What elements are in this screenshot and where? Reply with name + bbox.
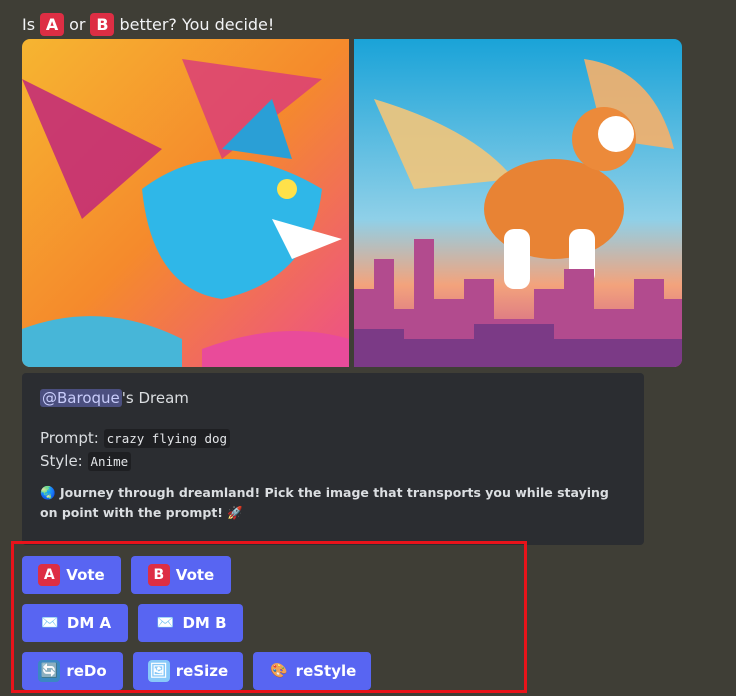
letter-b-icon: B [147, 564, 170, 586]
dm-b-label: DM B [182, 614, 227, 632]
header-prefix: Is [22, 14, 36, 34]
message-header: Is A or B better? You decide! [22, 12, 274, 36]
rocket-icon: 🚀 [227, 505, 243, 520]
prompt-label: Prompt: [40, 429, 99, 447]
prompt-value: crazy flying dog [103, 429, 231, 448]
dream-embed: @Baroque's Dream Prompt: crazy flying do… [22, 373, 644, 545]
resize-label: reSize [175, 662, 229, 680]
vote-a-button[interactable]: A Vote [22, 556, 121, 594]
letter-a-icon: A [38, 564, 61, 586]
palette-icon: 🎨 [269, 663, 288, 679]
style-value: Anime [87, 452, 132, 471]
framed-picture-icon: 🖼 [147, 660, 170, 682]
vote-b-button[interactable]: B Vote [131, 556, 231, 594]
style-label: Style: [40, 452, 83, 470]
dream-title-suffix: 's Dream [121, 389, 189, 407]
prompt-block: Prompt: crazy flying dog Style: Anime [40, 427, 626, 473]
restyle-label: reStyle [295, 662, 357, 680]
redo-label: reDo [66, 662, 107, 680]
repeat-arrows-icon: 🔄 [38, 660, 61, 682]
image-a[interactable] [22, 39, 349, 367]
restyle-button[interactable]: 🎨 reStyle [253, 652, 371, 690]
globe-icon: 🌏 [40, 485, 56, 500]
header-middle: or [69, 14, 86, 34]
dm-b-button[interactable]: ✉️ DM B [138, 604, 243, 642]
envelope-icon: ✉️ [41, 615, 59, 631]
style-row: Style: Anime [40, 450, 626, 473]
image-a-artwork [22, 39, 349, 367]
header-suffix: better? You decide! [119, 14, 275, 34]
dream-title: @Baroque's Dream [40, 389, 626, 407]
vote-a-label: Vote [66, 566, 105, 584]
dm-a-label: DM A [66, 614, 112, 632]
redo-button[interactable]: 🔄 reDo [22, 652, 123, 690]
dm-a-button[interactable]: ✉️ DM A [22, 604, 128, 642]
vote-b-label: Vote [175, 566, 215, 584]
image-b[interactable] [354, 39, 682, 367]
description-text: Journey through dreamland! Pick the imag… [40, 485, 609, 520]
resize-button[interactable]: 🖼 reSize [133, 652, 243, 690]
option-a-badge: A [40, 12, 65, 36]
envelope-icon: ✉️ [156, 615, 175, 631]
image-b-artwork [354, 39, 682, 367]
embed-description: 🌏 Journey through dreamland! Pick the im… [40, 483, 610, 523]
user-mention[interactable]: @Baroque [40, 389, 122, 407]
option-b-badge: B [90, 12, 115, 36]
image-grid [22, 39, 682, 367]
prompt-row: Prompt: crazy flying dog [40, 427, 626, 450]
